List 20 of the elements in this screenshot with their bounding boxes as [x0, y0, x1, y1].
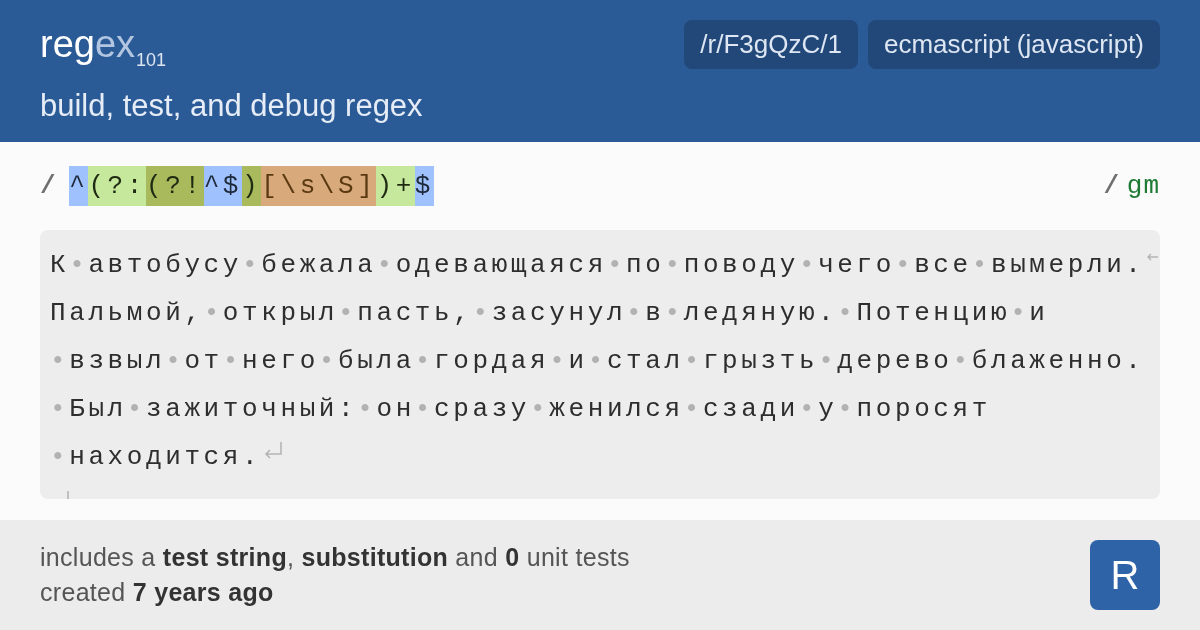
test-string-line: •Был•зажиточный:•он•сразу•женился•сзади•у•поросят	[50, 393, 991, 426]
test-string-line: К•автобусу•бежала•одевающаяся•по•поводу•чего•все•вымерли.	[50, 249, 1145, 282]
regex-flags[interactable]: gm	[1126, 166, 1160, 206]
user-initial-avatar: R	[1090, 540, 1160, 610]
return-arrow-icon	[263, 441, 284, 459]
tagline: build, test, and debug regex	[40, 86, 423, 125]
test-string-field[interactable]	[40, 230, 1160, 499]
left-arrow-icon	[1145, 253, 1158, 261]
summary-text: includes a test string, substitution and 0 unit tests	[40, 542, 630, 573]
test-string-line: Пальмой,•открыл•пасть,•засунул•в•ледяную.•Потенцию•и	[50, 297, 1049, 330]
test-string-line: •находится.	[50, 441, 262, 474]
regex-delimiter: /	[40, 170, 60, 203]
info-badge: ecmascript (javascript)	[867, 20, 1160, 69]
test-string-line: •взвыл•от•него•была•гордая•и•стал•грызть•дерево•блаженно.	[50, 345, 1145, 378]
regex-pattern[interactable]: ^(?:(?!^$)[\s\S])+$	[69, 166, 435, 206]
info-badge: /r/F3gQzC/1	[684, 20, 858, 69]
regex-delimiter: /	[1103, 170, 1123, 203]
created-text: created 7 years ago	[40, 577, 274, 608]
line-end-mark-icon	[67, 491, 69, 499]
logo-text: regex$_{101}$	[40, 22, 167, 72]
